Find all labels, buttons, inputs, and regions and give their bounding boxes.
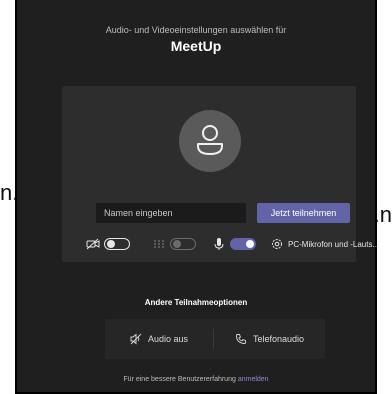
background-text-fragment-right: n. [377, 202, 392, 227]
blur-icon [154, 240, 164, 248]
video-off-icon [86, 238, 100, 250]
video-toggle[interactable] [104, 238, 130, 250]
device-controls: PC-Mikrofon und -Lauts... [62, 234, 379, 254]
avatar [179, 110, 241, 172]
join-now-button[interactable]: Jetzt teilnehmen [257, 203, 350, 223]
other-options-title: Andere Teilnahmeoptionen [144, 298, 248, 307]
microphone-control [212, 234, 256, 254]
phone-icon [236, 334, 246, 344]
pre-join-screen: Audio- und Videoeinstellungen auswählen … [15, 0, 379, 394]
person-icon [197, 125, 223, 155]
other-options-box: Audio aus Telefonaudio [105, 319, 325, 359]
gear-icon [272, 239, 282, 249]
phone-audio-label: Telefonaudio [252, 334, 305, 344]
name-input[interactable] [96, 203, 246, 223]
footer-text: Für eine bessere Benutzererfahrung [123, 376, 236, 383]
footer-hint: Für eine bessere Benutzererfahrung anmel… [17, 376, 375, 383]
audio-off-label: Audio aus [147, 334, 189, 344]
audio-device-label: PC-Mikrofon und -Lauts... [288, 239, 380, 249]
phone-audio-button[interactable]: Telefonaudio [214, 319, 325, 359]
settings-subtitle: Audio- und Videoeinstellungen auswählen … [105, 25, 287, 35]
microphone-icon [214, 238, 224, 250]
audio-off-button[interactable]: Audio aus [105, 319, 213, 359]
microphone-toggle[interactable] [230, 238, 256, 250]
video-control [86, 234, 130, 254]
preview-card: Jetzt teilnehmen [62, 86, 379, 262]
blur-toggle[interactable] [170, 238, 196, 250]
background-blur-control [152, 234, 196, 254]
device-settings-button[interactable]: PC-Mikrofon und -Lauts... [270, 234, 379, 254]
sign-in-link[interactable]: anmelden [238, 376, 269, 383]
meeting-title: MeetUp [170, 38, 222, 54]
speaker-off-icon [130, 333, 142, 345]
